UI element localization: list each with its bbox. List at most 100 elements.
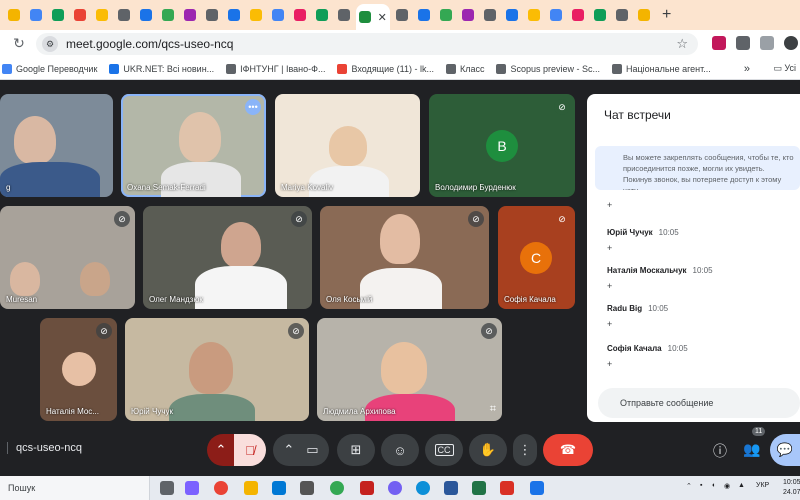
extension-icon[interactable]	[736, 36, 750, 50]
browser-tab[interactable]	[436, 4, 456, 26]
address-bar[interactable]: ⚙ meet.google.com/qcs-useo-ncq ☆	[36, 33, 698, 55]
new-tab-button[interactable]: +	[662, 6, 671, 24]
tab-favicon-icon	[418, 9, 430, 21]
profile-icon[interactable]	[784, 36, 798, 50]
emoji-button[interactable]: ☺	[381, 434, 419, 466]
bookmark-item[interactable]: UKR.NET: Всі новин...	[109, 63, 214, 74]
media-icon[interactable]	[530, 481, 544, 495]
chat-message-input[interactable]: Отправьте сообщение	[598, 388, 800, 418]
more-options-icon[interactable]: •••	[245, 99, 261, 115]
camera-options-button[interactable]: ⌃ ▭	[273, 434, 329, 466]
crop-icon[interactable]: ⌗	[490, 403, 496, 416]
browser-tab[interactable]	[136, 4, 156, 26]
participant-tile[interactable]: ⊘ Людмила Архипова ⌗	[317, 318, 502, 421]
bookmark-item[interactable]: ІФНТУНГ | Івано-Ф...	[226, 63, 325, 74]
store-icon[interactable]	[272, 481, 286, 495]
browser-tab[interactable]	[458, 4, 478, 26]
tray-icon[interactable]: ▲	[738, 482, 745, 489]
participant-tile[interactable]: ⊘ Оля Косьмій	[320, 206, 489, 309]
language-indicator[interactable]: УКР	[756, 482, 769, 489]
word-icon[interactable]	[444, 481, 458, 495]
edge-icon[interactable]	[416, 481, 430, 495]
browser-tab[interactable]	[502, 4, 522, 26]
participant-tile[interactable]: ⊘ Muresan	[0, 206, 135, 309]
browser-tab[interactable]	[158, 4, 178, 26]
tray-icon[interactable]: ◉	[724, 482, 730, 490]
chat-message-text: +	[607, 281, 613, 291]
browser-tab[interactable]	[70, 4, 90, 26]
bookmark-item[interactable]: Входящие (11) - lk...	[337, 63, 434, 74]
bookmark-item[interactable]: Scopus preview - Sc...	[496, 63, 600, 74]
participant-tile[interactable]: ⊘ Юрій Чучук	[125, 318, 309, 421]
bookmark-star-icon[interactable]: ☆	[676, 36, 688, 52]
browser-tab[interactable]	[568, 4, 588, 26]
tab-favicon-icon	[30, 9, 42, 21]
participant-tile[interactable]: С ⊘ Софія Качала	[498, 206, 575, 309]
bookmarks-overflow-icon[interactable]: »	[744, 63, 750, 75]
present-button[interactable]: ⊞	[337, 434, 375, 466]
browser-tab[interactable]	[4, 4, 24, 26]
acrobat-icon[interactable]	[360, 481, 374, 495]
file-explorer-icon[interactable]	[244, 481, 258, 495]
extensions-puzzle-icon[interactable]	[760, 36, 774, 50]
site-info-icon[interactable]: ⚙	[42, 36, 58, 52]
participant-tile[interactable]: В ⊘ Володимир Бурденюк	[429, 94, 575, 197]
browser-tab[interactable]	[590, 4, 610, 26]
more-options-button[interactable]: ⋮	[513, 434, 537, 466]
participant-tile[interactable]: ••• Oxana Semak-Ferradi	[121, 94, 266, 197]
browser-tab[interactable]	[48, 4, 68, 26]
copilot-icon[interactable]	[185, 481, 199, 495]
calculator-icon[interactable]	[300, 481, 314, 495]
participant-tile[interactable]: ⊘ Олег Мандзюк	[143, 206, 312, 309]
clock[interactable]: 10:05 24.07.20	[783, 478, 800, 498]
taskbar-search[interactable]: Пошук	[0, 476, 150, 500]
tray-icon[interactable]: ▪	[700, 482, 702, 489]
all-bookmarks-folder[interactable]: ▭ Усі	[773, 63, 796, 74]
chat-button[interactable]: 💬	[770, 434, 800, 466]
browser-tab[interactable]	[202, 4, 222, 26]
browser-tab[interactable]	[114, 4, 134, 26]
mic-options-button[interactable]: ⌃	[207, 434, 235, 466]
browser-tab[interactable]	[392, 4, 412, 26]
tray-overflow-icon[interactable]: ⌃	[686, 482, 692, 490]
excel-icon[interactable]	[472, 481, 486, 495]
browser-tab[interactable]	[414, 4, 434, 26]
extension-icon[interactable]	[712, 36, 726, 50]
browser-tab[interactable]	[268, 4, 288, 26]
task-view-icon[interactable]	[160, 481, 174, 495]
browser-tab[interactable]	[334, 4, 354, 26]
chrome-icon[interactable]	[214, 481, 228, 495]
browser-tab[interactable]	[480, 4, 500, 26]
leave-call-button[interactable]: ☎	[543, 434, 593, 466]
browser-tab[interactable]	[312, 4, 332, 26]
browser-tab[interactable]	[634, 4, 654, 26]
bookmark-item[interactable]: Національне агент...	[612, 63, 711, 74]
browser-tab[interactable]	[246, 4, 266, 26]
participant-tile[interactable]: Mariya Kovaliv	[275, 94, 420, 197]
captions-button[interactable]: CC	[425, 434, 463, 466]
raise-hand-button[interactable]: ✋	[469, 434, 507, 466]
browser-tab[interactable]	[612, 4, 632, 26]
browser-tab[interactable]	[290, 4, 310, 26]
meeting-info-icon[interactable]: ⓘ	[710, 441, 730, 461]
browser-tab[interactable]	[224, 4, 244, 26]
browser-tab[interactable]	[92, 4, 112, 26]
viber-icon[interactable]	[388, 481, 402, 495]
browser-tab[interactable]	[26, 4, 46, 26]
participant-tile[interactable]: g	[0, 94, 113, 197]
people-icon[interactable]: 👥	[742, 441, 762, 458]
pdf-icon[interactable]	[500, 481, 514, 495]
tray-icon[interactable]: ◐	[712, 482, 716, 489]
participant-name: Muresan	[6, 295, 38, 304]
browser-tab-active[interactable]: ✕	[356, 4, 390, 30]
bookmark-item[interactable]: Google Переводчик	[2, 63, 97, 74]
participant-tile[interactable]: ⊘ Наталія Мос...	[40, 318, 117, 421]
close-tab-icon[interactable]: ✕	[378, 11, 387, 24]
reload-icon[interactable]: ↻	[8, 35, 30, 52]
browser-tab[interactable]	[524, 4, 544, 26]
browser-tab[interactable]	[180, 4, 200, 26]
bookmark-item[interactable]: Класс	[445, 63, 484, 74]
chrome-profile-icon[interactable]	[330, 481, 344, 495]
mic-toggle-button[interactable]: 🎙̸	[234, 434, 266, 466]
browser-tab[interactable]	[546, 4, 566, 26]
